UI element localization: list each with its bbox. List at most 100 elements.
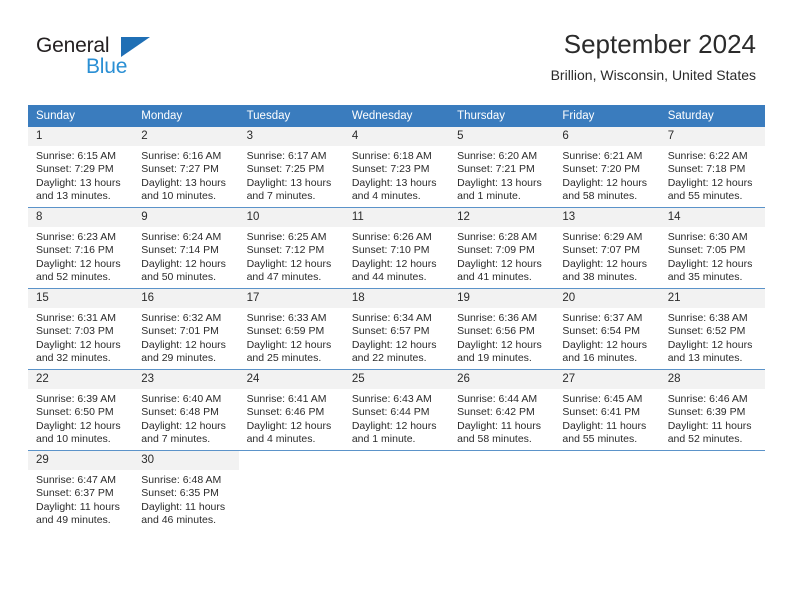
weekday-header-tuesday: Tuesday	[238, 105, 344, 127]
day-number: 5	[449, 127, 555, 146]
calendar-cell-inner: 19 Sunrise: 6:36 AM Sunset: 6:56 PM Dayligh…	[449, 289, 555, 369]
calendar-day-cell[interactable]: 4 Sunrise: 6:18 AM Sunset: 7:23 PM Daylight…	[343, 127, 450, 208]
day-details: Sunrise: 6:33 AM Sunset: 6:59 PM Daylight:…	[239, 308, 344, 366]
calendar-cell-inner	[239, 451, 344, 531]
day-number: 10	[238, 208, 344, 227]
calendar-day-cell[interactable]: 14 Sunrise: 6:30 AM Sunset: 7:05 PM Dayligh…	[659, 207, 765, 289]
sunset-time: Sunset: 6:42 PM	[457, 406, 535, 419]
day-number: 17	[238, 289, 344, 308]
sunrise-time: Sunrise: 6:46 AM	[667, 393, 748, 405]
calendar-cell-empty	[343, 450, 450, 531]
sunset-time: Sunset: 7:20 PM	[562, 163, 641, 176]
sunset-time: Sunset: 6:37 PM	[36, 487, 114, 500]
daylight-duration-line2: and 10 minutes.	[141, 190, 216, 203]
sunset-time: Sunset: 7:23 PM	[351, 163, 430, 176]
calendar-day-cell[interactable]: 12 Sunrise: 6:28 AM Sunset: 7:09 PM Dayligh…	[449, 207, 555, 289]
calendar-day-cell[interactable]: 27 Sunrise: 6:45 AM Sunset: 6:41 PM Dayligh…	[554, 369, 660, 451]
sunset-time: Sunset: 7:25 PM	[246, 163, 325, 176]
day-number: 30	[133, 451, 239, 470]
sunrise-time: Sunrise: 6:18 AM	[351, 150, 432, 162]
calendar-day-cell[interactable]: 16 Sunrise: 6:32 AM Sunset: 7:01 PM Dayligh…	[133, 288, 239, 370]
day-number: 3	[238, 127, 344, 146]
daylight-duration-line1: Daylight: 11 hours	[36, 500, 120, 513]
day-details: Sunrise: 6:15 AM Sunset: 7:29 PM Daylight:…	[28, 146, 133, 204]
day-details: Sunrise: 6:40 AM Sunset: 6:48 PM Daylight:…	[133, 389, 238, 447]
day-details: Sunrise: 6:30 AM Sunset: 7:05 PM Daylight:…	[660, 227, 765, 285]
calendar-day-cell[interactable]: 5 Sunrise: 6:20 AM Sunset: 7:21 PM Daylight…	[449, 127, 555, 208]
day-number: 24	[238, 370, 344, 389]
calendar-day-cell[interactable]: 25 Sunrise: 6:43 AM Sunset: 6:44 PM Dayligh…	[343, 369, 450, 451]
daylight-duration-line2: and 38 minutes.	[562, 271, 638, 284]
day-number: 1	[28, 127, 134, 146]
daylight-duration-line1: Daylight: 12 hours	[141, 419, 226, 432]
calendar-cell-inner: 5 Sunrise: 6:20 AM Sunset: 7:21 PM Daylight…	[449, 127, 555, 207]
daylight-duration-line2: and 10 minutes.	[36, 433, 111, 446]
daylight-duration-line2: and 55 minutes.	[562, 433, 638, 446]
sunset-time: Sunset: 6:44 PM	[351, 406, 430, 419]
calendar-week-row: 8 Sunrise: 6:23 AM Sunset: 7:16 PM Daylight…	[28, 207, 765, 289]
sunset-time: Sunset: 6:56 PM	[457, 325, 535, 338]
day-number: 29	[28, 451, 134, 470]
daylight-duration-line2: and 44 minutes.	[351, 271, 427, 284]
day-number	[660, 451, 765, 470]
daylight-duration-line2: and 22 minutes.	[351, 352, 427, 365]
calendar-day-cell[interactable]: 8 Sunrise: 6:23 AM Sunset: 7:16 PM Daylight…	[28, 207, 134, 289]
day-details: Sunrise: 6:47 AM Sunset: 6:37 PM Daylight:…	[28, 470, 133, 528]
calendar-day-cell[interactable]: 7 Sunrise: 6:22 AM Sunset: 7:18 PM Daylight…	[659, 127, 765, 208]
calendar-day-cell[interactable]: 30 Sunrise: 6:48 AM Sunset: 6:35 PM Dayligh…	[133, 450, 239, 531]
sunrise-time: Sunrise: 6:45 AM	[562, 393, 643, 405]
calendar-day-cell[interactable]: 22 Sunrise: 6:39 AM Sunset: 6:50 PM Dayligh…	[28, 369, 134, 451]
day-details: Sunrise: 6:22 AM Sunset: 7:18 PM Daylight:…	[660, 146, 765, 204]
calendar-day-cell[interactable]: 20 Sunrise: 6:37 AM Sunset: 6:54 PM Dayligh…	[554, 288, 660, 370]
sunset-time: Sunset: 6:57 PM	[351, 325, 430, 338]
calendar-page: General Blue September 2024 Brillion, Wi…	[0, 0, 792, 612]
day-number	[554, 451, 659, 470]
calendar-cell-inner: 28 Sunrise: 6:46 AM Sunset: 6:39 PM Dayligh…	[659, 370, 765, 450]
calendar-day-cell[interactable]: 1 Sunrise: 6:15 AM Sunset: 7:29 PM Daylight…	[28, 127, 134, 208]
sunset-time: Sunset: 7:29 PM	[36, 163, 114, 176]
calendar-day-cell[interactable]: 26 Sunrise: 6:44 AM Sunset: 6:42 PM Dayligh…	[449, 369, 555, 451]
calendar-day-cell[interactable]: 23 Sunrise: 6:40 AM Sunset: 6:48 PM Dayligh…	[133, 369, 239, 451]
calendar-day-cell[interactable]: 10 Sunrise: 6:25 AM Sunset: 7:12 PM Dayligh…	[238, 207, 344, 289]
calendar-day-cell[interactable]: 2 Sunrise: 6:16 AM Sunset: 7:27 PM Daylight…	[133, 127, 239, 208]
daylight-duration-line2: and 32 minutes.	[36, 352, 111, 365]
sunset-time: Sunset: 7:21 PM	[457, 163, 535, 176]
daylight-duration-line1: Daylight: 12 hours	[667, 176, 753, 189]
calendar-day-cell[interactable]: 18 Sunrise: 6:34 AM Sunset: 6:57 PM Dayligh…	[343, 288, 450, 370]
sunrise-time: Sunrise: 6:33 AM	[246, 312, 327, 324]
calendar-day-cell[interactable]: 15 Sunrise: 6:31 AM Sunset: 7:03 PM Dayligh…	[28, 288, 134, 370]
calendar-day-cell[interactable]: 9 Sunrise: 6:24 AM Sunset: 7:14 PM Daylight…	[133, 207, 239, 289]
calendar-cell-empty	[554, 450, 660, 531]
daylight-duration-line2: and 46 minutes.	[141, 514, 216, 527]
logo-triangle-icon	[121, 37, 150, 57]
sunset-time: Sunset: 7:14 PM	[141, 244, 219, 257]
calendar-cell-inner: 23 Sunrise: 6:40 AM Sunset: 6:48 PM Dayligh…	[133, 370, 239, 450]
sunrise-time: Sunrise: 6:32 AM	[141, 312, 222, 324]
calendar-day-cell[interactable]: 6 Sunrise: 6:21 AM Sunset: 7:20 PM Daylight…	[554, 127, 660, 208]
daylight-duration-line1: Daylight: 13 hours	[351, 176, 437, 189]
daylight-duration-line2: and 4 minutes.	[351, 190, 421, 203]
calendar-cell-inner: 15 Sunrise: 6:31 AM Sunset: 7:03 PM Dayligh…	[28, 289, 134, 369]
calendar-day-cell[interactable]: 29 Sunrise: 6:47 AM Sunset: 6:37 PM Dayligh…	[28, 450, 134, 531]
calendar-day-cell[interactable]: 19 Sunrise: 6:36 AM Sunset: 6:56 PM Dayligh…	[449, 288, 555, 370]
daylight-duration-line1: Daylight: 12 hours	[351, 257, 437, 270]
calendar-cell-inner: 10 Sunrise: 6:25 AM Sunset: 7:12 PM Dayligh…	[238, 208, 344, 288]
sunset-time: Sunset: 7:07 PM	[562, 244, 641, 257]
calendar-cell-inner: 22 Sunrise: 6:39 AM Sunset: 6:50 PM Dayligh…	[28, 370, 134, 450]
day-number: 22	[28, 370, 134, 389]
calendar-cell-inner: 14 Sunrise: 6:30 AM Sunset: 7:05 PM Dayligh…	[659, 208, 765, 288]
sunrise-time: Sunrise: 6:30 AM	[667, 231, 748, 243]
sunset-time: Sunset: 7:18 PM	[667, 163, 746, 176]
calendar-day-cell[interactable]: 24 Sunrise: 6:41 AM Sunset: 6:46 PM Dayligh…	[238, 369, 344, 451]
day-number: 20	[554, 289, 660, 308]
day-number: 8	[28, 208, 134, 227]
calendar-cell-inner: 7 Sunrise: 6:22 AM Sunset: 7:18 PM Daylight…	[659, 127, 765, 207]
daylight-duration-line2: and 49 minutes.	[36, 514, 111, 527]
calendar-day-cell[interactable]: 21 Sunrise: 6:38 AM Sunset: 6:52 PM Dayligh…	[659, 288, 765, 370]
calendar-day-cell[interactable]: 28 Sunrise: 6:46 AM Sunset: 6:39 PM Dayligh…	[659, 369, 765, 451]
calendar-day-cell[interactable]: 3 Sunrise: 6:17 AM Sunset: 7:25 PM Daylight…	[238, 127, 344, 208]
calendar-day-cell[interactable]: 13 Sunrise: 6:29 AM Sunset: 7:07 PM Dayligh…	[554, 207, 660, 289]
calendar-day-cell[interactable]: 11 Sunrise: 6:26 AM Sunset: 7:10 PM Dayligh…	[343, 207, 450, 289]
calendar-grid: Sunday Monday Tuesday Wednesday Thursday…	[28, 105, 765, 531]
calendar-day-cell[interactable]: 17 Sunrise: 6:33 AM Sunset: 6:59 PM Dayligh…	[238, 288, 344, 370]
